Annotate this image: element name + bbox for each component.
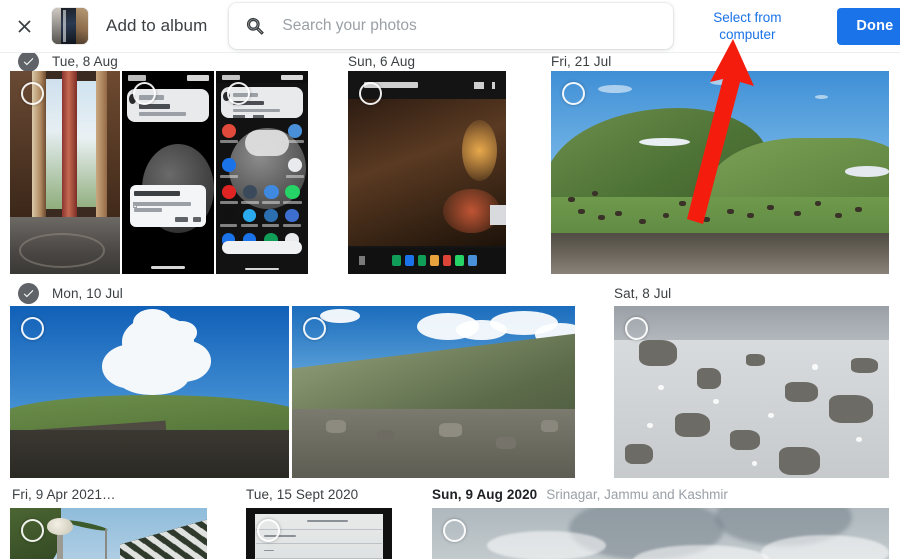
photo-select-circle[interactable]	[133, 82, 156, 105]
rocky-hillside-photo[interactable]	[292, 306, 575, 478]
check-icon	[23, 289, 34, 297]
date-label: Tue, 8 Aug	[52, 53, 118, 69]
date-label: Mon, 10 Jul	[52, 285, 123, 301]
date-place-label: Srinagar, Jammu and Kashmir	[546, 486, 728, 502]
search-input[interactable]	[282, 17, 653, 35]
photo-select-circle[interactable]	[21, 317, 44, 340]
photo-select-circle[interactable]	[562, 82, 585, 105]
date-header-sun-6-aug[interactable]: Sun, 6 Aug	[348, 53, 415, 72]
done-button[interactable]: Done	[837, 7, 900, 45]
search-icon	[245, 16, 266, 37]
date-label: Fri, 9 Apr 2021…	[12, 486, 116, 502]
photo-select-circle[interactable]	[21, 82, 44, 105]
close-button[interactable]	[2, 4, 46, 48]
green-meadow-photo[interactable]	[551, 71, 889, 274]
photo-grid[interactable]: Tue, 8 Aug Sun, 6 Aug Fri, 21 Jul Mon, 1…	[0, 53, 900, 559]
hill-with-cloud-photo[interactable]	[10, 306, 289, 478]
date-header-tue-8-aug[interactable]: Tue, 8 Aug	[18, 53, 118, 72]
select-from-computer-link[interactable]: Select from computer	[701, 9, 793, 43]
page-title: Add to album	[106, 16, 208, 35]
date-header-fri-9-apr-2021[interactable]: Fri, 9 Apr 2021…	[12, 483, 116, 505]
date-header-mon-10-jul[interactable]: Mon, 10 Jul	[18, 282, 123, 304]
photo-select-circle[interactable]	[443, 519, 466, 542]
section-select-checkbox[interactable]	[18, 282, 39, 304]
date-label: Tue, 15 Sept 2020	[246, 486, 359, 502]
handwritten-note-photo[interactable]	[246, 508, 392, 559]
date-header-sat-8-jul[interactable]: Sat, 8 Jul	[614, 282, 671, 304]
date-header-tue-15-sept-2020[interactable]: Tue, 15 Sept 2020	[246, 483, 358, 505]
photo-select-circle[interactable]	[303, 317, 326, 340]
photo-select-circle[interactable]	[359, 82, 382, 105]
date-label: Sat, 8 Jul	[614, 285, 672, 301]
date-header-sun-9-aug-2020[interactable]: Sun, 9 Aug 2020 Srinagar, Jammu and Kash…	[432, 483, 728, 505]
album-cover-thumbnail	[52, 8, 88, 44]
street-lamp-photo[interactable]	[10, 508, 207, 559]
pale-sky-photo[interactable]	[432, 508, 889, 559]
photo-select-circle[interactable]	[21, 519, 44, 542]
room-with-curtains-photo[interactable]	[10, 71, 120, 274]
photo-select-circle[interactable]	[257, 519, 280, 542]
hail-covered-rocks-photo[interactable]	[614, 306, 889, 478]
close-icon	[17, 19, 31, 33]
date-label: Sun, 9 Aug 2020	[432, 486, 538, 502]
check-icon	[23, 57, 34, 65]
date-label: Fri, 21 Jul	[551, 53, 612, 69]
photo-select-circle[interactable]	[625, 317, 648, 340]
search-bar[interactable]	[229, 3, 674, 49]
app-header: Add to album Select from computer Done	[0, 0, 900, 53]
pixelated-image-viewer-photo[interactable]	[348, 71, 506, 274]
phone-screenshot-notification-photo[interactable]	[122, 71, 214, 274]
phone-home-screen-photo[interactable]: 9:24	[216, 71, 308, 274]
section-select-checkbox[interactable]	[18, 53, 39, 72]
date-label: Sun, 6 Aug	[348, 53, 416, 69]
date-header-fri-21-jul[interactable]: Fri, 21 Jul	[551, 53, 611, 72]
photo-select-circle[interactable]	[227, 82, 250, 105]
